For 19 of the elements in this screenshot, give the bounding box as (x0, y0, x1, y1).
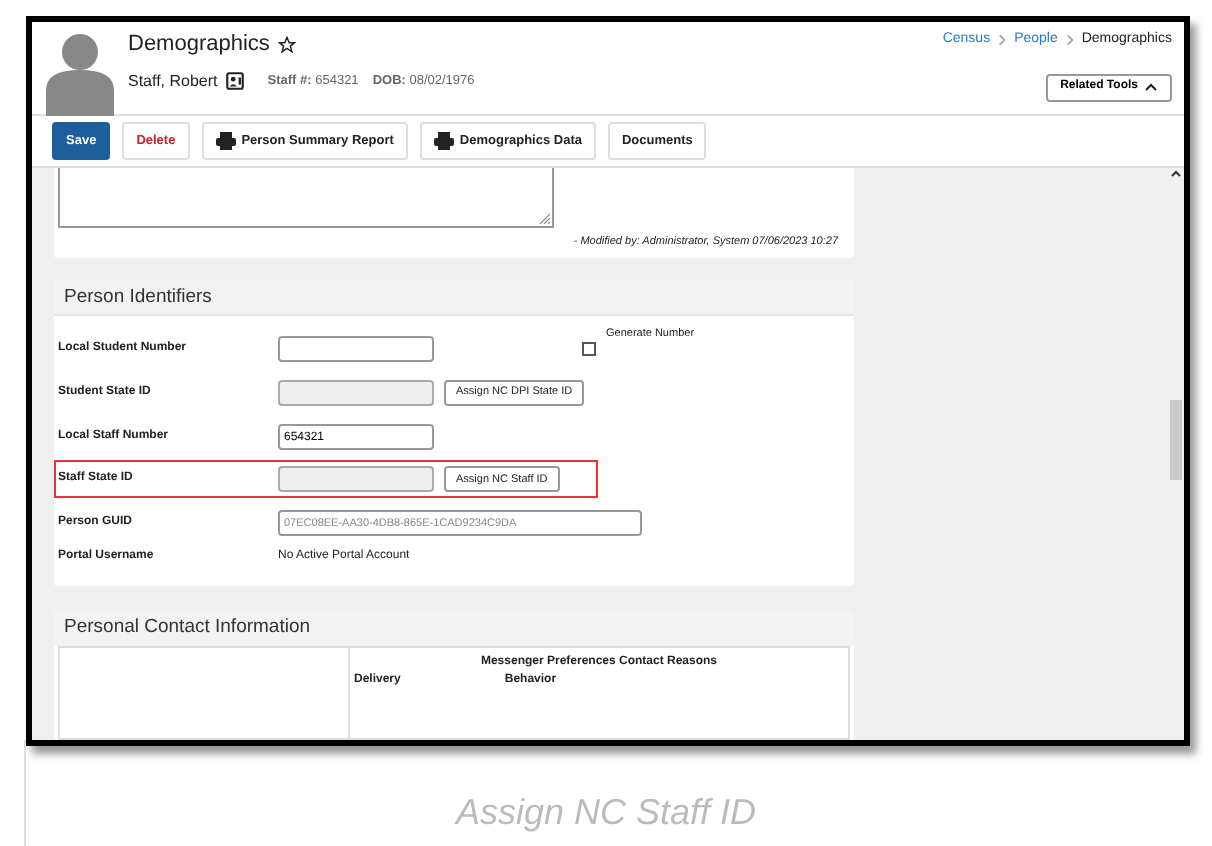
scrollbar-thumb[interactable] (1170, 400, 1182, 480)
resize-icon (538, 212, 550, 224)
page-title: Demographics (128, 30, 270, 60)
chevron-right-icon (998, 34, 1007, 47)
scroll-up-icon[interactable] (1170, 168, 1182, 178)
printer-icon (433, 132, 454, 150)
comment-textarea[interactable] (58, 168, 554, 228)
id-card-icon[interactable] (225, 72, 244, 90)
star-icon[interactable] (277, 35, 296, 54)
person-name: Staff, Robert (128, 69, 218, 93)
chevron-right-icon (1065, 34, 1074, 47)
printer-icon (215, 132, 236, 150)
section-title: Person Identifiers (64, 283, 212, 312)
caret-icon (1144, 82, 1158, 92)
avatar-icon (46, 30, 114, 116)
text-field[interactable] (278, 335, 434, 362)
checkbox[interactable] (582, 341, 596, 356)
caption: Assign NC Staff ID (455, 790, 757, 836)
section-title: Personal Contact Information (64, 614, 311, 643)
